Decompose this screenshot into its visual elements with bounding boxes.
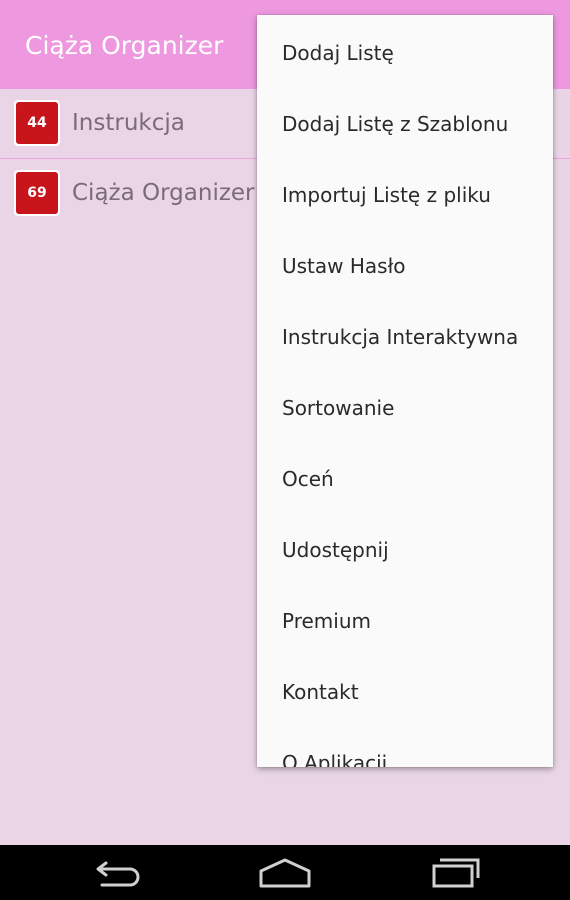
menu-item-about[interactable]: O Aplikacji bbox=[257, 727, 553, 768]
item-count-badge: 69 bbox=[14, 170, 60, 216]
item-count: 69 bbox=[16, 172, 58, 214]
recent-apps-icon[interactable] bbox=[425, 855, 485, 891]
menu-item-interactive-instructions[interactable]: Instrukcja Interaktywna bbox=[257, 301, 553, 372]
menu-item-set-password[interactable]: Ustaw Hasło bbox=[257, 230, 553, 301]
menu-item-import-list-from-file[interactable]: Importuj Listę z pliku bbox=[257, 159, 553, 230]
item-count-badge: 44 bbox=[14, 100, 60, 146]
menu-item-premium[interactable]: Premium bbox=[257, 585, 553, 656]
home-icon[interactable] bbox=[255, 855, 315, 891]
menu-item-add-list-from-template[interactable]: Dodaj Listę z Szablonu bbox=[257, 88, 553, 159]
overflow-menu: Dodaj Listę Dodaj Listę z Szablonu Impor… bbox=[257, 15, 553, 767]
system-navigation-bar bbox=[0, 845, 570, 900]
item-count: 44 bbox=[16, 102, 58, 144]
list-item-label: Ciąża Organizer bbox=[72, 180, 255, 206]
menu-item-add-list[interactable]: Dodaj Listę bbox=[257, 17, 553, 88]
app-title: Ciąża Organizer bbox=[25, 31, 224, 60]
list-item-label: Instrukcja bbox=[72, 110, 185, 136]
menu-item-rate[interactable]: Oceń bbox=[257, 443, 553, 514]
menu-item-sorting[interactable]: Sortowanie bbox=[257, 372, 553, 443]
back-icon[interactable] bbox=[90, 855, 150, 891]
menu-item-contact[interactable]: Kontakt bbox=[257, 656, 553, 727]
menu-item-share[interactable]: Udostępnij bbox=[257, 514, 553, 585]
